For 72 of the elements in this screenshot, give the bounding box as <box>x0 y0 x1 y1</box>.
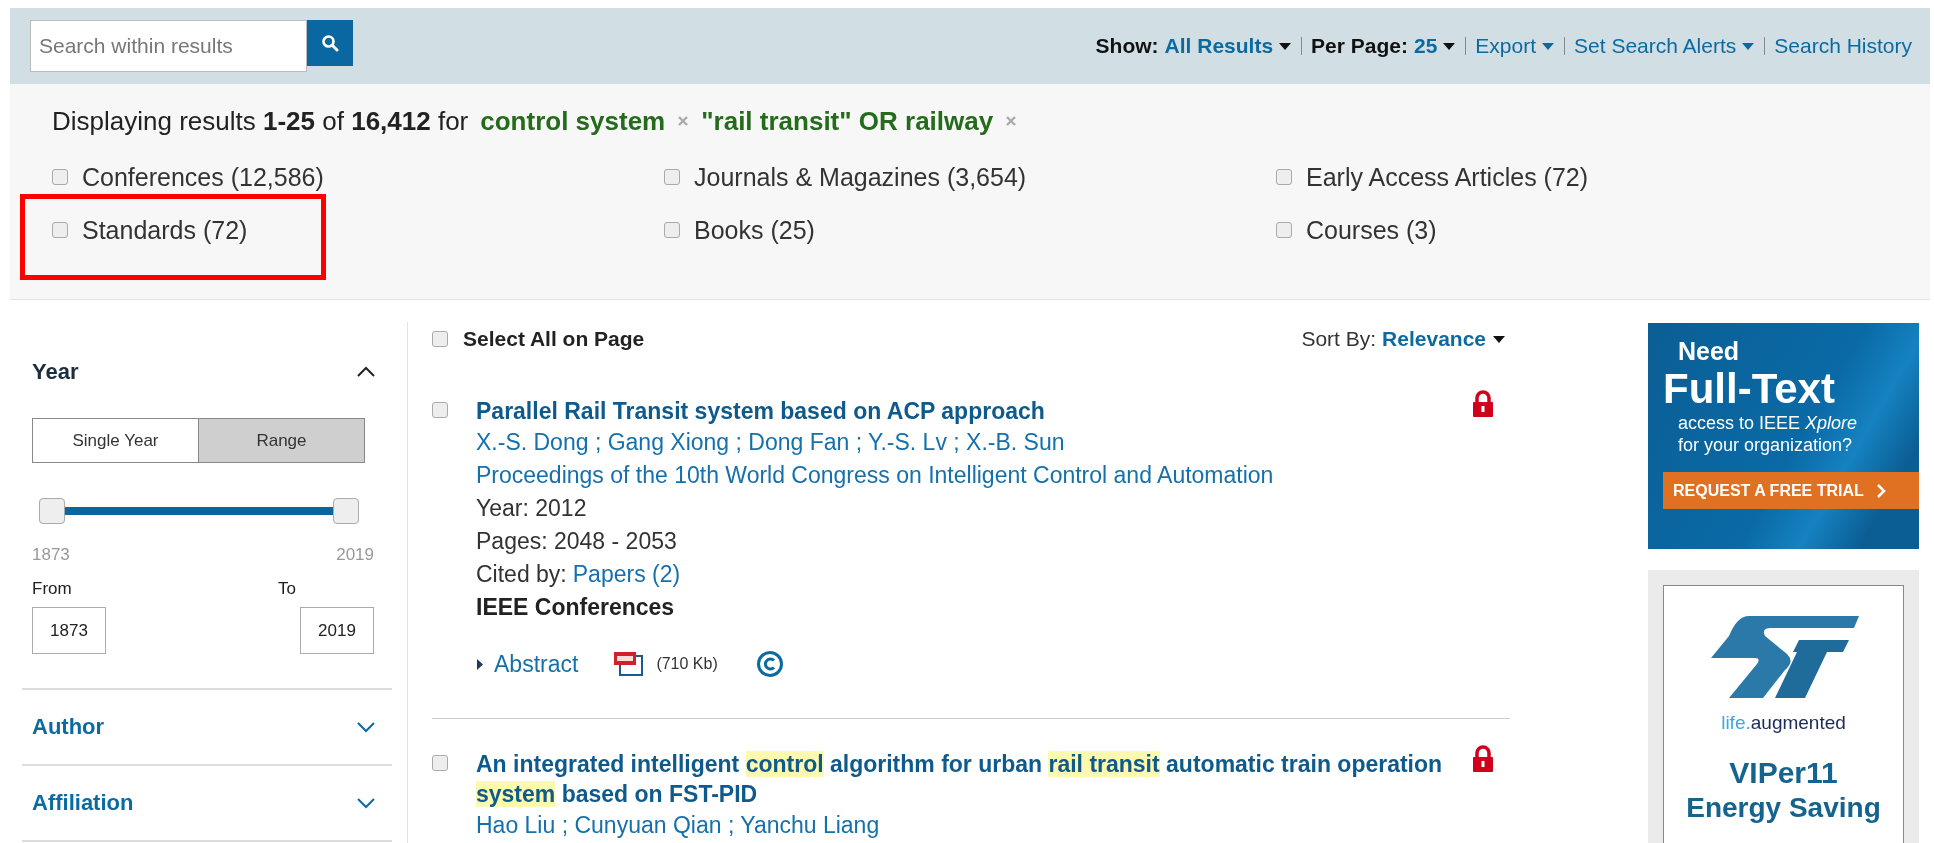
chevron-icon <box>1875 483 1886 498</box>
toolbar-label: Show: <box>1095 34 1159 58</box>
toolbar-link[interactable]: Set Search Alerts <box>1574 34 1756 58</box>
filter-checkbox[interactable] <box>1276 169 1292 185</box>
result-detail: Year: 2012 <box>476 494 588 523</box>
result-checkbox[interactable] <box>432 402 448 418</box>
mode-tab[interactable]: Range <box>198 419 364 462</box>
citations-link[interactable]: Papers (2) <box>572 561 681 587</box>
select-all-checkbox[interactable] <box>432 331 448 347</box>
filter-option[interactable]: Early Access Articles (72) <box>1306 162 1589 192</box>
toolbar-label: Per Page: <box>1311 34 1408 58</box>
search-term: control system <box>480 105 666 137</box>
from-field[interactable]: 1873 <box>32 607 106 654</box>
section-title[interactable]: Author <box>32 714 105 740</box>
filter-option[interactable]: Journals & Magazines (3,654) <box>694 162 1027 192</box>
filter-option[interactable]: Books (25) <box>694 215 815 245</box>
ad-text: for your organization? <box>1678 434 1854 456</box>
from-label: From <box>32 579 73 599</box>
search-term: "rail transit" OR railway <box>701 105 994 137</box>
ad-headline: VIPer11 <box>1729 756 1838 790</box>
filter-checkbox[interactable] <box>1276 222 1292 238</box>
author-list[interactable]: Hao Liu ; Cunyuan Qian ; Yanchu Liang <box>476 809 1456 842</box>
remove-icon[interactable] <box>677 115 690 127</box>
filter-checkbox[interactable] <box>664 222 680 238</box>
toolbar-link[interactable]: Export <box>1475 34 1556 58</box>
to-field[interactable]: 2019 <box>300 607 374 654</box>
ad-headline: Full-Text <box>1663 366 1836 412</box>
ad-tagline: life.augmented <box>1721 712 1846 734</box>
ad-banner[interactable]: life.augmented VIPer11 Energy Saving <box>1663 585 1904 843</box>
max-year: 2019 <box>336 545 374 565</box>
logo-icon <box>1708 614 1859 700</box>
slider-handle[interactable] <box>333 498 359 524</box>
section-title[interactable]: Affiliation <box>32 790 134 816</box>
filter-option[interactable]: Standards (72) <box>82 215 248 245</box>
section-title[interactable]: Year <box>32 359 79 385</box>
triangle-icon <box>476 657 484 671</box>
filter-checkbox[interactable] <box>664 169 680 185</box>
caret-icon <box>1492 334 1506 344</box>
ad-banner[interactable]: Need Full-Text access to IEEE Xplore for your organization? REQUEST A FREE TRIAL <box>1648 323 1919 549</box>
content-type: IEEE Conferences <box>476 593 676 622</box>
file-size: (710 Kb) <box>656 655 718 673</box>
result-title[interactable]: Parallel Rail Transit system based on ACP approach <box>476 396 1456 426</box>
results-summary: Displaying results 1-25 of 16,412 for <box>52 105 469 137</box>
result-title[interactable]: An integrated intelligent control algorithm for urban rail transit automatic train operation system based on FST-PID <box>476 749 1456 809</box>
ad-headline: Energy Saving <box>1686 792 1881 824</box>
ad-text: Need <box>1678 337 1741 366</box>
toolbar-link[interactable]: All Results <box>1164 34 1293 58</box>
copyright-icon[interactable] <box>755 650 784 678</box>
chevron-icon[interactable] <box>356 366 376 378</box>
cited-label: Cited by: <box>476 561 567 587</box>
min-year: 1873 <box>32 545 70 565</box>
filter-checkbox[interactable] <box>52 222 68 238</box>
toolbar-link[interactable]: Search History <box>1774 34 1912 58</box>
filter-option[interactable]: Conferences (12,586) <box>82 162 324 192</box>
sort-dropdown[interactable]: Relevance <box>1382 327 1506 351</box>
publication-link[interactable]: Proceedings of the 10th World Congress on Intelligent Control and Automation <box>476 459 1456 492</box>
remove-icon[interactable] <box>1005 115 1018 127</box>
ad-text: access to IEEE Xplore <box>1678 412 1859 434</box>
to-label: To <box>278 579 296 599</box>
filter-checkbox[interactable] <box>52 169 68 185</box>
search-icon <box>321 34 339 52</box>
sort-label: Sort By: <box>1301 327 1377 351</box>
abstract-toggle[interactable]: Abstract <box>476 650 579 678</box>
search-button[interactable] <box>307 20 353 66</box>
search-field[interactable]: Search within results <box>30 20 307 72</box>
result-detail: Pages: 2048 - 2053 <box>476 527 678 556</box>
select-all-label[interactable]: Select All on Page <box>463 327 645 351</box>
filter-option[interactable]: Courses (3) <box>1306 215 1437 245</box>
result-checkbox[interactable] <box>432 755 448 771</box>
toolbar-link[interactable]: 25 <box>1413 34 1457 58</box>
slider-handle[interactable] <box>39 498 65 524</box>
author-list[interactable]: X.-S. Dong ; Gang Xiong ; Dong Fan ; Y.-S. Lv ; X.-B. Sun <box>476 426 1456 459</box>
